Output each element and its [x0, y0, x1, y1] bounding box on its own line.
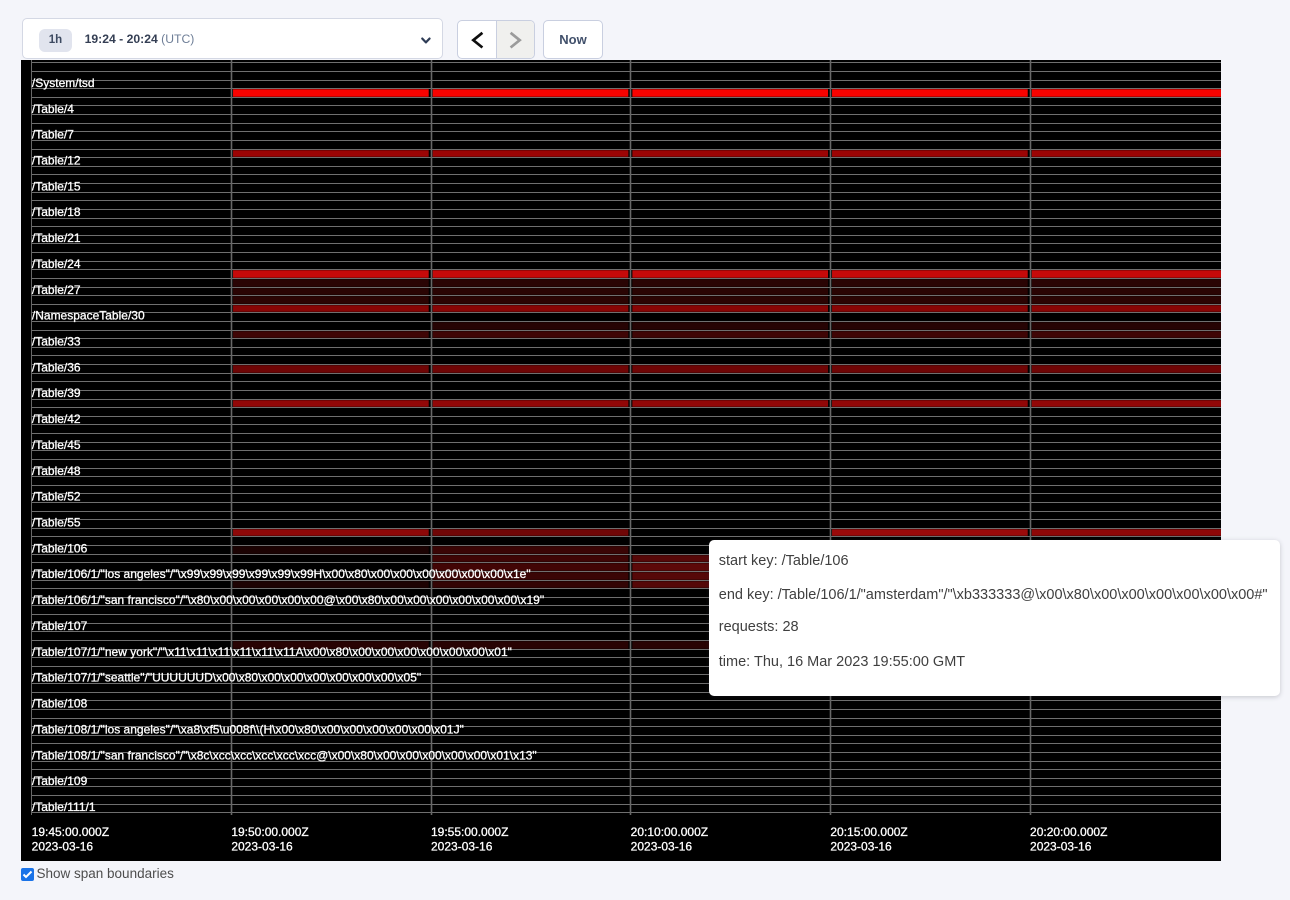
svg-text:/Table/21: /Table/21: [32, 231, 81, 245]
svg-text:/Table/27: /Table/27: [32, 282, 81, 296]
svg-text:/Table/33: /Table/33: [32, 334, 81, 348]
svg-text:19:55:00.000Z: 19:55:00.000Z: [431, 824, 508, 838]
svg-text:20:20:00.000Z: 20:20:00.000Z: [1030, 824, 1107, 838]
svg-text:/Table/107/1/"seattle"/"UUUUUU: /Table/107/1/"seattle"/"UUUUUUD\x00\x80\…: [32, 670, 421, 684]
svg-text:/Table/108/1/"san francisco"/": /Table/108/1/"san francisco"/"\x8c\xcc\x…: [32, 748, 537, 762]
svg-text:/Table/12: /Table/12: [32, 153, 81, 167]
svg-text:/Table/4: /Table/4: [32, 101, 74, 115]
svg-text:/Table/107/1/"new york"/"\x11\: /Table/107/1/"new york"/"\x11\x11\x11\x1…: [32, 644, 512, 658]
svg-text:2023-03-16: 2023-03-16: [32, 839, 94, 853]
svg-text:/Table/36: /Table/36: [32, 360, 81, 374]
svg-text:2023-03-16: 2023-03-16: [431, 839, 493, 853]
svg-text:/Table/7: /Table/7: [32, 127, 74, 141]
svg-text:19:50:00.000Z: 19:50:00.000Z: [231, 824, 308, 838]
svg-text:2023-03-16: 2023-03-16: [1030, 839, 1092, 853]
svg-text:/Table/15: /Table/15: [32, 179, 81, 193]
svg-text:/Table/106: /Table/106: [32, 541, 88, 555]
svg-text:2023-03-16: 2023-03-16: [830, 839, 892, 853]
svg-text:/NamespaceTable/30: /NamespaceTable/30: [32, 308, 145, 322]
svg-text:19:45:00.000Z: 19:45:00.000Z: [32, 824, 109, 838]
svg-text:/Table/42: /Table/42: [32, 412, 81, 426]
svg-text:/Table/108/1/"los angeles"/"\x: /Table/108/1/"los angeles"/"\xa8\xf5\u00…: [32, 722, 464, 736]
svg-text:/Table/24: /Table/24: [32, 256, 81, 270]
svg-text:2023-03-16: 2023-03-16: [231, 839, 293, 853]
svg-text:/Table/48: /Table/48: [32, 463, 81, 477]
svg-text:/Table/52: /Table/52: [32, 489, 81, 503]
svg-text:/Table/45: /Table/45: [32, 437, 81, 451]
svg-text:/Table/39: /Table/39: [32, 386, 81, 400]
svg-text:/Table/106/1/"san francisco"/": /Table/106/1/"san francisco"/"\x80\x00\x…: [32, 593, 544, 607]
svg-text:/Table/107: /Table/107: [32, 618, 88, 632]
svg-text:/Table/109: /Table/109: [32, 774, 88, 788]
svg-text:20:15:00.000Z: 20:15:00.000Z: [830, 824, 907, 838]
svg-text:/System/tsd: /System/tsd: [32, 75, 95, 89]
svg-text:/Table/18: /Table/18: [32, 205, 81, 219]
svg-text:/Table/55: /Table/55: [32, 515, 81, 529]
svg-text:20:10:00.000Z: 20:10:00.000Z: [631, 824, 708, 838]
svg-text:/Table/106/1/"los angeles"/"\x: /Table/106/1/"los angeles"/"\x99\x99\x99…: [32, 567, 531, 581]
svg-text:2023-03-16: 2023-03-16: [631, 839, 693, 853]
svg-text:/Table/108: /Table/108: [32, 696, 88, 710]
svg-text:/Table/111/1: /Table/111/1: [32, 799, 96, 813]
